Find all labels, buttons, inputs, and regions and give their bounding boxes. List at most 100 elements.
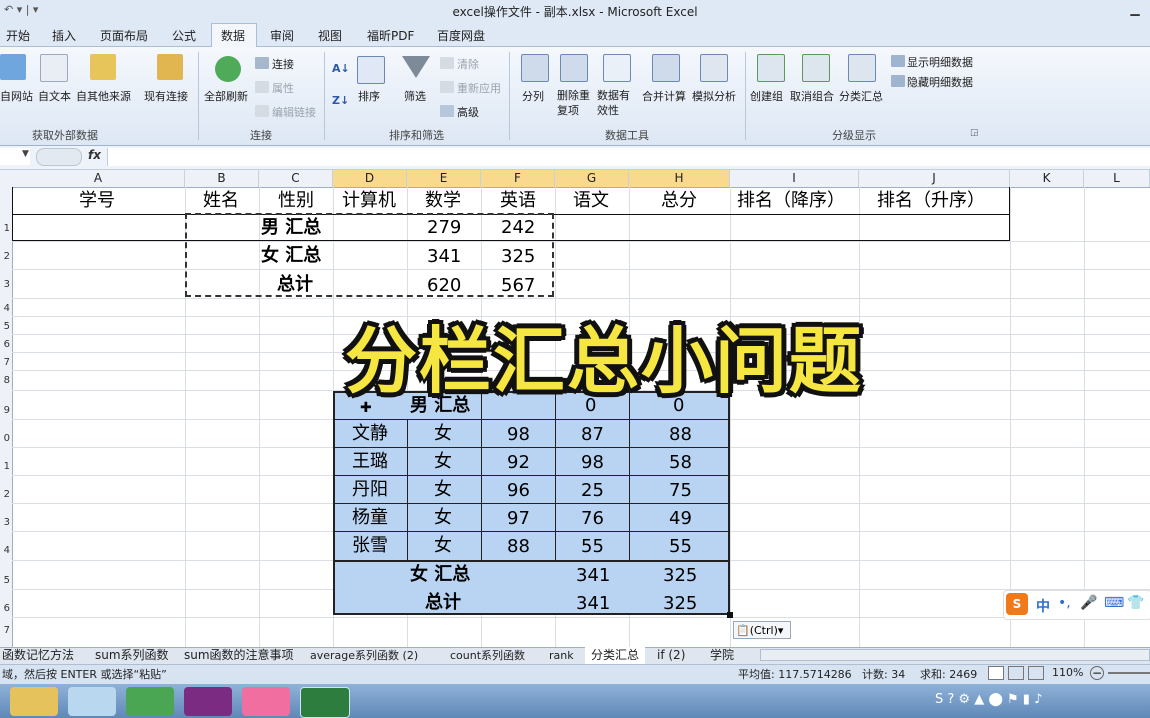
- zoom-slider[interactable]: [1108, 672, 1150, 674]
- tab-insert[interactable]: 插入: [52, 27, 76, 44]
- detail-value[interactable]: 88: [507, 538, 530, 556]
- detail-total-label[interactable]: 总计: [425, 594, 461, 612]
- row-number[interactable]: 2: [0, 489, 10, 500]
- column-header-i[interactable]: I: [730, 170, 859, 187]
- row-number[interactable]: 9: [0, 405, 10, 416]
- consolidate-button[interactable]: 合并计算: [642, 88, 686, 104]
- detail-gender[interactable]: 女: [434, 509, 452, 527]
- row-number[interactable]: 0: [0, 433, 10, 444]
- remove-duplicates-button[interactable]: 删除重复项: [557, 88, 591, 118]
- from-text-button[interactable]: 自文本: [38, 88, 71, 104]
- detail-total-v1[interactable]: 341: [576, 595, 610, 613]
- sort-button[interactable]: 排序: [358, 88, 380, 104]
- tab-foxit-pdf[interactable]: 福昕PDF: [367, 27, 414, 44]
- existing-connections-button[interactable]: 现有连接: [144, 88, 188, 104]
- subtotal-button[interactable]: 分类汇总: [839, 88, 883, 104]
- header-name[interactable]: 姓名: [203, 192, 239, 210]
- page-layout-view-icon[interactable]: [1008, 666, 1024, 680]
- onenote-icon[interactable]: [184, 687, 232, 716]
- what-if-analysis-button[interactable]: 模拟分析: [692, 88, 736, 104]
- column-header-b[interactable]: B: [185, 170, 259, 187]
- header-total[interactable]: 总分: [661, 192, 697, 210]
- sheet-tab[interactable]: rank: [549, 647, 574, 664]
- sort-desc-icon[interactable]: Z↓: [332, 94, 349, 107]
- detail-value[interactable]: 76: [581, 510, 604, 528]
- detail-total-v2[interactable]: 325: [663, 595, 697, 613]
- from-other-sources-button[interactable]: 自其他来源: [76, 88, 131, 104]
- name-box-dropdown-icon[interactable]: ▼: [22, 149, 29, 159]
- tab-view[interactable]: 视图: [318, 27, 342, 44]
- tab-home[interactable]: 开始: [6, 27, 30, 44]
- tab-review[interactable]: 审阅: [270, 27, 294, 44]
- detail-name[interactable]: 文静: [352, 425, 388, 443]
- show-detail-button[interactable]: 显示明细数据: [907, 54, 973, 70]
- column-header-k[interactable]: K: [1010, 170, 1084, 187]
- detail-subtotal-v2[interactable]: 325: [663, 567, 697, 585]
- group-button[interactable]: 创建组: [750, 88, 783, 104]
- ungroup-button[interactable]: 取消组合: [790, 88, 834, 104]
- zoom-out-icon[interactable]: −: [1090, 666, 1104, 680]
- bilibili-icon[interactable]: [242, 687, 290, 716]
- sheet-tab-active[interactable]: 分类汇总: [585, 647, 646, 664]
- header-english[interactable]: 英语: [500, 192, 536, 210]
- fill-handle[interactable]: [727, 612, 733, 618]
- detail-value[interactable]: 49: [669, 510, 692, 528]
- advanced-button[interactable]: 高级: [457, 104, 479, 120]
- skin-icon[interactable]: 👕: [1127, 595, 1144, 611]
- text-to-columns-button[interactable]: 分列: [522, 88, 544, 104]
- tab-page-layout[interactable]: 页面布局: [100, 27, 148, 44]
- column-header-f[interactable]: F: [481, 170, 555, 187]
- sheet-tab[interactable]: sum系列函数: [95, 647, 169, 664]
- hide-detail-button[interactable]: 隐藏明细数据: [907, 74, 973, 90]
- column-header-g[interactable]: G: [555, 170, 629, 187]
- sort-asc-icon[interactable]: A↓: [332, 62, 350, 75]
- column-header-l[interactable]: L: [1084, 170, 1150, 187]
- sheet-tab[interactable]: if (2): [657, 647, 685, 664]
- refresh-all-button[interactable]: 全部刷新: [204, 88, 248, 104]
- edit-links-button[interactable]: 编辑链接: [272, 104, 316, 120]
- microphone-icon[interactable]: 🎤: [1080, 595, 1097, 611]
- browser-icon[interactable]: [68, 687, 116, 716]
- detail-subtotal-label[interactable]: 女 汇总: [410, 566, 470, 584]
- detail-name[interactable]: 张雪: [352, 537, 388, 555]
- detail-value[interactable]: 55: [581, 538, 604, 556]
- header-student-id[interactable]: 学号: [79, 192, 115, 210]
- tab-formulas[interactable]: 公式: [172, 27, 196, 44]
- row-number[interactable]: 3: [0, 517, 10, 528]
- detail-value[interactable]: 98: [507, 426, 530, 444]
- minimize-icon[interactable]: ▁: [1126, 2, 1144, 18]
- detail-gender[interactable]: 女: [434, 537, 452, 555]
- ime-language[interactable]: 中: [1036, 596, 1050, 616]
- paste-options-button[interactable]: 📋(Ctrl)▾: [733, 621, 791, 639]
- sogou-logo-icon[interactable]: S: [1006, 593, 1028, 615]
- sheet-tab[interactable]: average系列函数 (2): [310, 647, 418, 664]
- detail-gender[interactable]: 女: [434, 453, 452, 471]
- row-number[interactable]: 5: [0, 575, 10, 586]
- detail-subtotal-v1[interactable]: 341: [576, 567, 610, 585]
- row-number[interactable]: 5: [0, 321, 10, 332]
- detail-gender[interactable]: 女: [434, 481, 452, 499]
- horizontal-scrollbar[interactable]: [760, 649, 1150, 661]
- file-explorer-icon[interactable]: [10, 687, 58, 716]
- sheet-tab[interactable]: count系列函数: [450, 647, 525, 664]
- reapply-button[interactable]: 重新应用: [457, 80, 501, 96]
- tab-data[interactable]: 数据: [221, 27, 245, 44]
- detail-value[interactable]: 97: [507, 510, 530, 528]
- column-header-e[interactable]: E: [407, 170, 481, 187]
- app-icon[interactable]: [126, 687, 174, 716]
- row-number[interactable]: 6: [0, 603, 10, 614]
- detail-value[interactable]: 92: [507, 454, 530, 472]
- detail-value[interactable]: 98: [581, 454, 604, 472]
- detail-value[interactable]: 58: [669, 454, 692, 472]
- detail-value[interactable]: 55: [669, 538, 692, 556]
- column-header-h[interactable]: H: [629, 170, 730, 187]
- row-number[interactable]: 4: [0, 303, 10, 314]
- row-number[interactable]: 1: [0, 461, 10, 472]
- column-header-c[interactable]: C: [259, 170, 333, 187]
- detail-name[interactable]: 丹阳: [352, 481, 388, 499]
- detail-value[interactable]: 25: [581, 482, 604, 500]
- row-number[interactable]: 4: [0, 545, 10, 556]
- detail-value[interactable]: 75: [669, 482, 692, 500]
- row-number[interactable]: 6: [0, 339, 10, 350]
- page-break-view-icon[interactable]: [1028, 666, 1044, 680]
